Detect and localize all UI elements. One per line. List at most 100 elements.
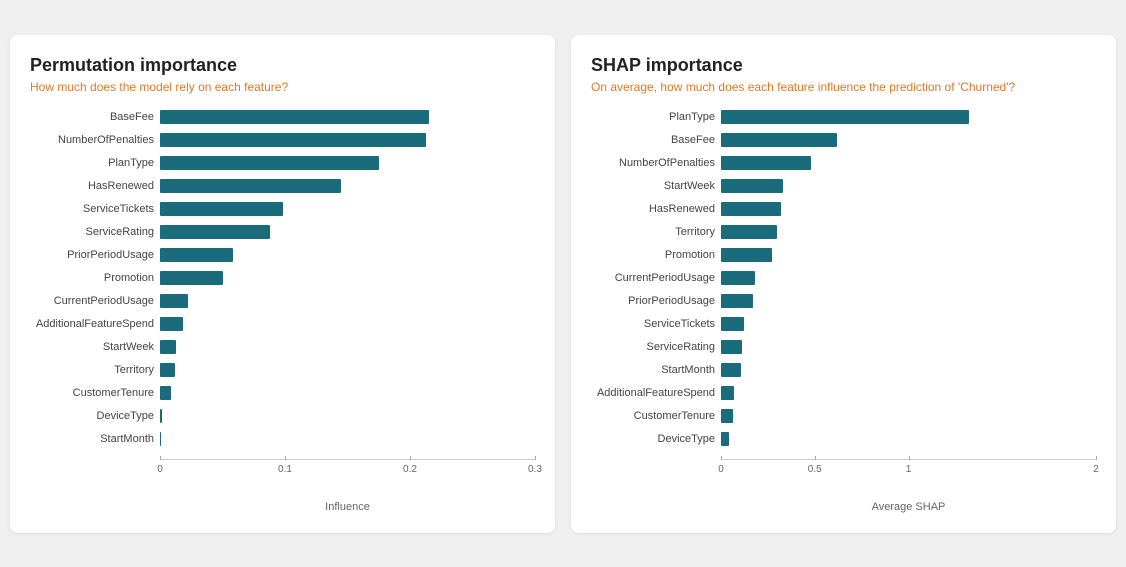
bar-track xyxy=(160,317,535,331)
bar-track xyxy=(721,133,1096,147)
bar-label: StartMonth xyxy=(591,364,721,376)
permutation-x-axis: 00.10.20.3 xyxy=(160,459,535,479)
bar-fill xyxy=(160,179,341,193)
bar-track xyxy=(160,179,535,193)
x-tick-line xyxy=(721,456,722,460)
bar-label: ServiceRating xyxy=(591,341,721,353)
permutation-x-label: Influence xyxy=(160,501,535,513)
bar-row: StartWeek xyxy=(591,177,1096,195)
bar-label: StartWeek xyxy=(591,180,721,192)
bar-fill xyxy=(721,409,733,423)
bar-row: PlanType xyxy=(591,108,1096,126)
bar-fill xyxy=(721,271,755,285)
bar-label: BaseFee xyxy=(591,134,721,146)
bar-row: BaseFee xyxy=(591,131,1096,149)
bar-label: HasRenewed xyxy=(30,180,160,192)
bar-row: CurrentPeriodUsage xyxy=(591,269,1096,287)
bar-track xyxy=(721,340,1096,354)
bar-fill xyxy=(160,386,171,400)
x-tick-label: 0.3 xyxy=(528,464,542,475)
bar-fill xyxy=(721,340,742,354)
bar-row: Territory xyxy=(30,361,535,379)
bar-label: Territory xyxy=(591,226,721,238)
x-tick-label: 0.1 xyxy=(278,464,292,475)
bar-track xyxy=(721,386,1096,400)
x-tick-label: 0 xyxy=(718,464,724,475)
bar-row: CurrentPeriodUsage xyxy=(30,292,535,310)
bar-row: PriorPeriodUsage xyxy=(30,246,535,264)
bar-fill xyxy=(721,248,772,262)
bar-track xyxy=(160,225,535,239)
bar-label: DeviceType xyxy=(591,433,721,445)
bar-label: PriorPeriodUsage xyxy=(30,249,160,261)
bar-fill xyxy=(721,179,783,193)
bar-fill xyxy=(160,317,183,331)
bar-fill xyxy=(721,294,753,308)
bar-row: AdditionalFeatureSpend xyxy=(30,315,535,333)
bar-track xyxy=(160,110,535,124)
bar-fill xyxy=(160,271,223,285)
bar-track xyxy=(721,156,1096,170)
bar-label: ServiceRating xyxy=(30,226,160,238)
x-tick-line xyxy=(815,456,816,460)
bar-fill xyxy=(160,202,283,216)
bar-label: AdditionalFeatureSpend xyxy=(30,318,160,330)
bar-track xyxy=(160,202,535,216)
bar-track xyxy=(721,317,1096,331)
bar-label: StartWeek xyxy=(30,341,160,353)
x-tick-line xyxy=(535,456,536,460)
bar-track xyxy=(721,202,1096,216)
bar-row: StartWeek xyxy=(30,338,535,356)
bar-fill xyxy=(721,363,741,377)
bar-row: StartMonth xyxy=(591,361,1096,379)
bar-label: CurrentPeriodUsage xyxy=(591,272,721,284)
bar-row: NumberOfPenalties xyxy=(591,154,1096,172)
bar-row: StartMonth xyxy=(30,430,535,448)
bar-label: ServiceTickets xyxy=(591,318,721,330)
bar-fill xyxy=(721,225,777,239)
x-tick-label: 0 xyxy=(157,464,163,475)
bar-row: DeviceType xyxy=(591,430,1096,448)
bar-track xyxy=(160,432,535,446)
bar-label: CurrentPeriodUsage xyxy=(30,295,160,307)
bar-track xyxy=(721,271,1096,285)
permutation-chart-card: Permutation importance How much does the… xyxy=(10,35,555,533)
permutation-title: Permutation importance xyxy=(30,55,535,76)
shap-chart-area: PlanType BaseFee NumberOfPenalties StartWee… xyxy=(591,108,1096,453)
shap-title: SHAP importance xyxy=(591,55,1096,76)
bar-fill xyxy=(160,294,188,308)
permutation-chart-area: BaseFeeNumberOfPenaltiesPlanTypeHasRenew… xyxy=(30,108,535,453)
bar-row: ServiceTickets xyxy=(30,200,535,218)
bar-row: NumberOfPenalties xyxy=(30,131,535,149)
bar-label: Promotion xyxy=(30,272,160,284)
bar-track xyxy=(160,294,535,308)
bar-row: ServiceRating xyxy=(30,223,535,241)
shap-x-label: Average SHAP xyxy=(721,501,1096,513)
bar-row: HasRenewed xyxy=(591,200,1096,218)
bar-label: ServiceTickets xyxy=(30,203,160,215)
bar-fill xyxy=(721,202,781,216)
bar-fill xyxy=(721,317,744,331)
bar-row: HasRenewed xyxy=(30,177,535,195)
x-tick-line xyxy=(410,456,411,460)
bar-label: HasRenewed xyxy=(591,203,721,215)
shap-chart-card: SHAP importance On average, how much doe… xyxy=(571,35,1116,533)
bar-label: NumberOfPenalties xyxy=(591,157,721,169)
bar-label: NumberOfPenalties xyxy=(30,134,160,146)
bar-fill xyxy=(160,110,429,124)
bar-label: CustomerTenure xyxy=(30,387,160,399)
bar-row: CustomerTenure xyxy=(591,407,1096,425)
bar-row: AdditionalFeatureSpend xyxy=(591,384,1096,402)
permutation-subtitle: How much does the model rely on each fea… xyxy=(30,80,535,94)
x-tick-line xyxy=(909,456,910,460)
bar-label: PlanType xyxy=(591,111,721,123)
bar-label: PriorPeriodUsage xyxy=(591,295,721,307)
bar-label: PlanType xyxy=(30,157,160,169)
bar-track xyxy=(721,110,1096,124)
x-tick-label: 2 xyxy=(1093,464,1099,475)
bar-track xyxy=(160,156,535,170)
bar-fill xyxy=(160,133,426,147)
bar-row: PriorPeriodUsage xyxy=(591,292,1096,310)
bar-fill xyxy=(160,340,176,354)
bar-row: ServiceRating xyxy=(591,338,1096,356)
